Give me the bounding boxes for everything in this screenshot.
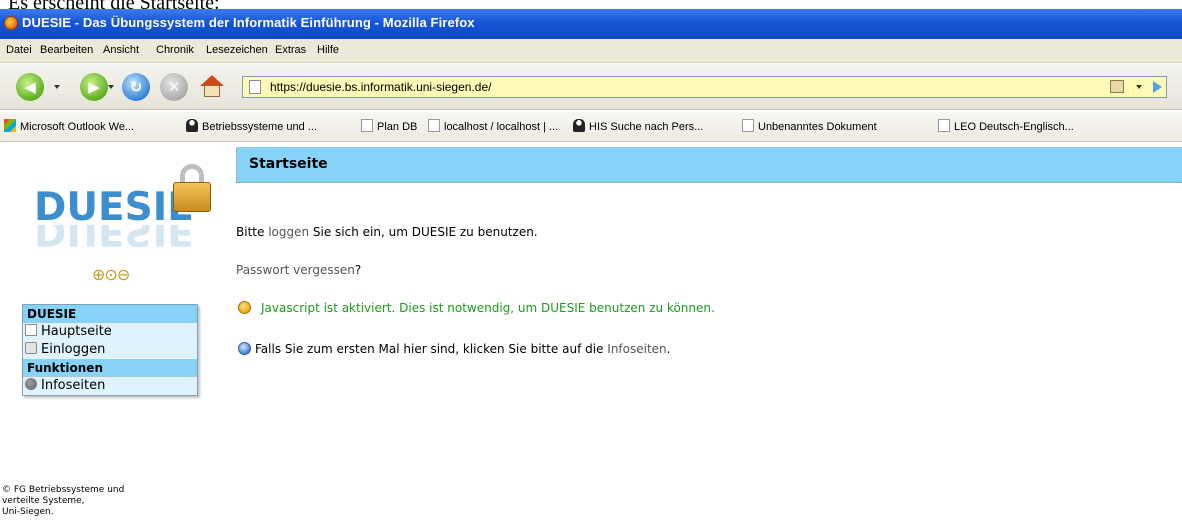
page-icon xyxy=(742,119,754,132)
logo-text: DUESIE xyxy=(34,185,194,230)
info-hint: Falls Sie zum ersten Mal hier sind, klic… xyxy=(236,342,670,356)
sidebar-item-label: Einloggen xyxy=(41,342,106,357)
bookmark-localhost[interactable]: localhost / localhost | ... xyxy=(428,119,558,133)
page-icon xyxy=(361,119,373,132)
footer-line: © FG Betriebssysteme und xyxy=(2,485,125,495)
login-link[interactable]: loggen xyxy=(268,225,309,239)
login-prefix: Bitte xyxy=(236,225,269,239)
page-title: Startseite xyxy=(249,156,328,172)
sidebar-section-funktionen: Funktionen xyxy=(23,359,197,377)
smiley-icon xyxy=(238,301,251,314)
firefox-icon xyxy=(4,16,18,30)
menu-extras[interactable]: Extras xyxy=(275,44,306,56)
bookmark-label: localhost / localhost | ... xyxy=(444,121,559,133)
bookmark-label: Plan DB xyxy=(377,121,418,133)
menu-bearbeiten[interactable]: Bearbeiten xyxy=(40,44,93,56)
bookmark-leo[interactable]: LEO Deutsch-Englisch... xyxy=(938,119,1074,133)
sidebar-item-einloggen[interactable]: Einloggen xyxy=(23,341,197,359)
page-icon xyxy=(938,119,950,132)
sidebar-section-duesie: DUESIE xyxy=(23,305,197,323)
zoom-reset-icon[interactable]: ⊙ xyxy=(104,265,117,284)
outlook-icon xyxy=(4,119,16,132)
url-history-dropdown[interactable] xyxy=(1136,85,1142,89)
footer-line: verteilte Systeme, xyxy=(2,496,85,506)
sidebar-navigation: DUESIE Hauptseite Einloggen Funktionen I… xyxy=(22,304,198,396)
password-forgot-link[interactable]: Passwort vergessen xyxy=(236,263,355,277)
url-text[interactable]: https://duesie.bs.informatik.uni-siegen.… xyxy=(270,80,491,94)
home-icon-body xyxy=(204,85,220,97)
window-title-bar: DUESIE - Das Übungssystem der Informatik… xyxy=(0,9,1182,39)
bookmark-betriebssysteme[interactable]: Betriebssysteme und ... xyxy=(186,119,317,133)
info-icon xyxy=(25,378,37,390)
bookmark-label: LEO Deutsch-Englisch... xyxy=(954,121,1074,133)
password-suffix: ? xyxy=(354,263,362,277)
reload-button[interactable]: ↻ xyxy=(122,73,150,101)
address-bar[interactable]: https://duesie.bs.informatik.uni-siegen.… xyxy=(242,76,1167,98)
sidebar-item-infoseiten[interactable]: Infoseiten xyxy=(23,377,197,395)
info-suffix: . xyxy=(666,342,671,356)
menu-ansicht[interactable]: Ansicht xyxy=(103,44,139,56)
menu-chronik[interactable]: Chronik xyxy=(156,44,194,56)
sidebar-item-label: Hauptseite xyxy=(41,324,112,339)
login-suffix: Sie sich ein, um DUESIE zu benutzen. xyxy=(309,225,538,239)
sidebar-item-hauptseite[interactable]: Hauptseite xyxy=(23,323,197,341)
page-header-bar: Startseite xyxy=(236,147,1182,183)
sidebar-item-label: Infoseiten xyxy=(41,378,106,393)
js-message-text: Javascript ist aktiviert. Dies ist notwe… xyxy=(261,301,715,315)
bookmark-label: Microsoft Outlook We... xyxy=(20,121,135,133)
footer-line: Uni-Siegen. xyxy=(2,507,54,517)
info-prefix: Falls Sie zum ersten Mal hier sind, klic… xyxy=(255,342,608,356)
padlock-icon xyxy=(173,164,211,212)
logo-reflection: DUESIE xyxy=(34,225,194,253)
stop-icon: ✕ xyxy=(167,78,181,96)
arrow-right-icon: ▶ xyxy=(88,78,100,96)
page-icon xyxy=(249,80,261,94)
lock-icon xyxy=(25,342,37,354)
zoom-icons[interactable]: ⊕⊙⊖ xyxy=(92,265,130,284)
padlock-body xyxy=(173,182,211,212)
go-button[interactable] xyxy=(1153,81,1162,93)
back-button[interactable]: ◀ xyxy=(16,73,44,101)
duesie-logo: DUESIE DUESIE ⊕⊙⊖ xyxy=(34,164,224,290)
forward-history-dropdown[interactable] xyxy=(108,85,114,89)
home-button[interactable] xyxy=(198,75,226,99)
menu-bar: Datei Bearbeiten Ansicht Chronik Lesezei… xyxy=(0,39,1182,63)
back-history-dropdown[interactable] xyxy=(54,85,60,89)
page-icon xyxy=(25,324,37,336)
zoom-in-icon[interactable]: ⊕ xyxy=(92,265,105,284)
bookmark-his-suche[interactable]: HIS Suche nach Pers... xyxy=(573,119,703,133)
bookmark-label: Unbenanntes Dokument xyxy=(758,121,877,133)
page-icon xyxy=(428,119,440,132)
tux-icon xyxy=(186,119,198,132)
bookmark-unbenanntes-dokument[interactable]: Unbenanntes Dokument xyxy=(742,119,877,133)
forward-button[interactable]: ▶ xyxy=(80,73,108,101)
bookmark-outlook[interactable]: Microsoft Outlook We... xyxy=(4,119,134,133)
window-title: DUESIE - Das Übungssystem der Informatik… xyxy=(22,15,475,30)
navigation-toolbar: ◀ ▶ ↻ ✕ https://duesie.bs.informatik.uni… xyxy=(0,64,1182,110)
password-reset: Passwort vergessen? xyxy=(236,263,361,277)
help-icon xyxy=(238,342,251,355)
login-prompt: Bitte loggen Sie sich ein, um DUESIE zu … xyxy=(236,225,538,239)
arrow-left-icon: ◀ xyxy=(24,78,36,96)
reload-icon: ↻ xyxy=(129,78,143,96)
stop-button[interactable]: ✕ xyxy=(160,73,188,101)
menu-datei[interactable]: Datei xyxy=(6,44,32,56)
ssl-lock-icon[interactable] xyxy=(1110,80,1124,93)
bookmarks-toolbar: Microsoft Outlook We... Betriebssysteme … xyxy=(0,112,1182,142)
bookmark-label: Betriebssysteme und ... xyxy=(202,121,317,133)
javascript-status-message: Javascript ist aktiviert. Dies ist notwe… xyxy=(236,301,715,315)
menu-hilfe[interactable]: Hilfe xyxy=(317,44,339,56)
bookmark-plan-db[interactable]: Plan DB xyxy=(361,119,417,133)
infoseiten-link[interactable]: Infoseiten xyxy=(607,342,666,356)
tux-icon xyxy=(573,119,585,132)
zoom-out-icon[interactable]: ⊖ xyxy=(117,265,130,284)
footer-copyright: © FG Betriebssysteme und verteilte Syste… xyxy=(2,485,212,518)
bookmark-label: HIS Suche nach Pers... xyxy=(589,121,704,133)
menu-lesezeichen[interactable]: Lesezeichen xyxy=(206,44,268,56)
